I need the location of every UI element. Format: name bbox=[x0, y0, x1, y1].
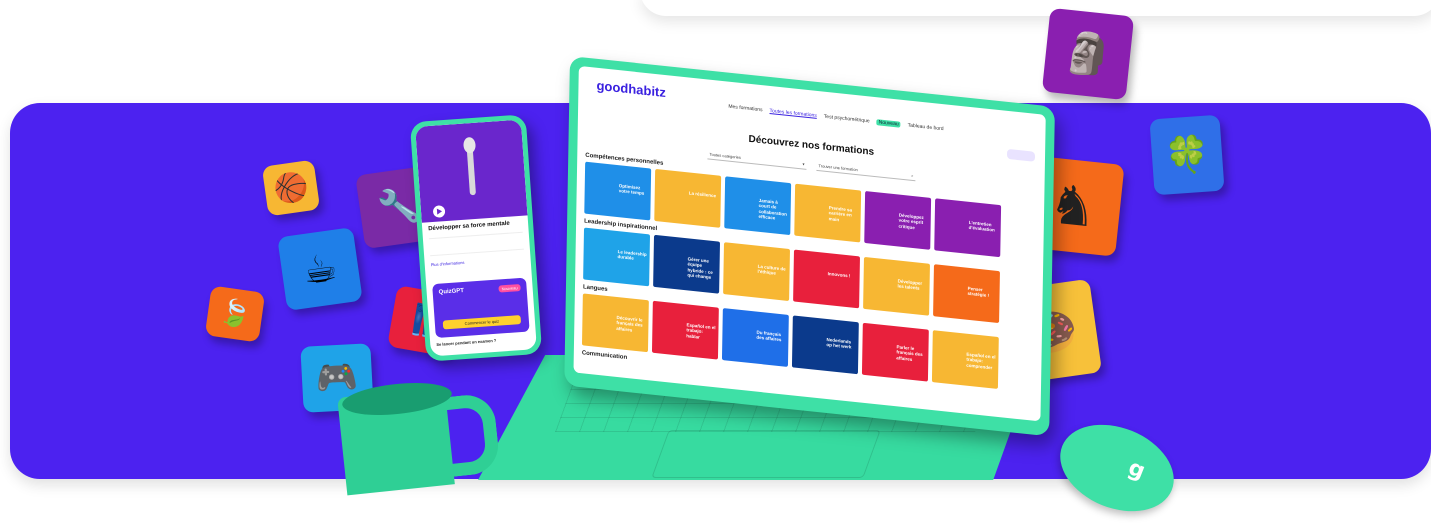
nav-toutes-formations[interactable]: Toutes les formations bbox=[770, 108, 817, 119]
course-card[interactable]: Du français des affaires bbox=[721, 308, 789, 367]
chevron-down-icon: ▾ bbox=[802, 161, 805, 167]
phone-screen: Développer sa force mentale Plus d'infor… bbox=[415, 119, 537, 357]
play-icon[interactable] bbox=[432, 205, 446, 218]
top-card-edge bbox=[640, 0, 1431, 16]
course-card-title: Español en el trabajo: hablar bbox=[686, 322, 716, 340]
phone-device: Développer sa force mentale Plus d'infor… bbox=[409, 114, 543, 362]
leaf-icon: 🍃 bbox=[216, 296, 254, 332]
course-card-title: Découvrir le français des affaires bbox=[616, 314, 643, 333]
course-card-title: Optimisez votre temps bbox=[618, 183, 645, 197]
clover-icon: 🍀 bbox=[1163, 133, 1211, 178]
laptop-screen-frame: goodhabitz Mes formations Toutes les for… bbox=[564, 56, 1055, 437]
course-card-title: L'entretien d'évaluation bbox=[968, 219, 995, 233]
nav-tableau[interactable]: Tableau de bord bbox=[908, 122, 944, 132]
course-card[interactable]: Español en el trabajo: comprender bbox=[931, 330, 999, 389]
coffee-tile: ☕ bbox=[277, 227, 363, 311]
course-card-title: Nederlands op het werk bbox=[826, 336, 852, 350]
course-card-title: Développez votre esprit critique bbox=[898, 212, 924, 230]
course-card-title: Innovons ! bbox=[827, 271, 851, 279]
course-card[interactable]: Nederlands op het werk bbox=[791, 315, 859, 375]
trackpad bbox=[651, 430, 881, 478]
course-card-title: Prendre sa carrière en main bbox=[828, 205, 853, 223]
section-title: Communication bbox=[581, 350, 628, 362]
laptop-screen: goodhabitz Mes formations Toutes les for… bbox=[573, 65, 1046, 422]
brand-logo[interactable]: goodhabitz bbox=[596, 78, 666, 100]
course-card[interactable]: Jamais à court de collaboration efficace bbox=[724, 176, 792, 236]
search-placeholder: Trouver une formation bbox=[818, 163, 858, 173]
clover-tile: 🍀 bbox=[1149, 114, 1225, 196]
course-card-title: Développer les talents bbox=[897, 278, 923, 292]
course-card-title: La culture de l'éthique bbox=[757, 263, 786, 277]
quiz-badge: Nouveau bbox=[498, 284, 521, 293]
course-card-title: Jamais à court de collaboration efficace bbox=[758, 197, 787, 221]
quiz-title: QuizGPT bbox=[438, 287, 465, 296]
search-input[interactable]: Trouver une formation ⌕ bbox=[816, 160, 916, 182]
course-card-title: Gérer une équipe hybride : ce qui change bbox=[687, 256, 713, 281]
course-card[interactable]: Parler le français des affaires bbox=[861, 322, 929, 382]
phone-footer-text: Se lancer pendant un examen ? bbox=[436, 337, 497, 348]
course-card[interactable]: Le leadership durable bbox=[583, 227, 651, 287]
nav-test[interactable]: Test psychométrique bbox=[824, 114, 870, 125]
chess-knight-icon: ♞ bbox=[1045, 172, 1101, 240]
course-description bbox=[428, 231, 524, 257]
start-quiz-button[interactable]: Commencer le quiz bbox=[442, 315, 522, 330]
mouse-logo-icon: g bbox=[1124, 455, 1149, 485]
search-icon: ⌕ bbox=[911, 172, 914, 179]
course-card-title: Le leadership durable bbox=[617, 249, 647, 262]
course-card[interactable]: Penser stratégie ! bbox=[933, 264, 1000, 324]
nav-mes-formations[interactable]: Mes formations bbox=[728, 104, 762, 114]
avatar[interactable] bbox=[1006, 148, 1036, 162]
course-card[interactable]: Développer les talents bbox=[863, 256, 930, 316]
course-card[interactable]: Español en el trabajo: hablar bbox=[651, 300, 719, 360]
course-card[interactable]: Découvrir le français des affaires bbox=[581, 293, 649, 353]
buddha-icon: 🗿 bbox=[1060, 29, 1116, 80]
leaf-tile: 🍃 bbox=[204, 285, 266, 343]
quiz-card: QuizGPT Nouveau Commencer le quiz bbox=[432, 277, 530, 339]
course-card-title: Parler le français des affaires bbox=[896, 344, 923, 362]
course-card-title: La résilience bbox=[688, 190, 717, 199]
category-select-value: Toutes catégories bbox=[709, 151, 741, 160]
course-card[interactable]: L'entretien d'évaluation bbox=[934, 198, 1002, 258]
phone-course-title: Développer sa force mentale bbox=[428, 220, 510, 233]
spoon-image bbox=[466, 145, 476, 196]
more-info-link[interactable]: Plus d'informations bbox=[431, 260, 465, 267]
course-card[interactable]: Optimisez votre temps bbox=[584, 161, 652, 221]
course-card-title: Du français des affaires bbox=[756, 329, 782, 343]
course-card[interactable]: Gérer une équipe hybride : ce qui change bbox=[653, 234, 721, 294]
coffee-icon: ☕ bbox=[300, 244, 340, 294]
basketball-icon: 🏀 bbox=[271, 169, 311, 207]
course-card-title: Penser stratégie ! bbox=[967, 285, 990, 299]
section-title: Langues bbox=[582, 284, 608, 293]
course-video[interactable] bbox=[415, 119, 528, 223]
course-card-title: Español en el trabajo: comprender bbox=[966, 351, 996, 371]
course-card[interactable]: Prendre sa carrière en main bbox=[794, 183, 862, 243]
basketball-tile: 🏀 bbox=[261, 159, 321, 217]
course-card[interactable]: La culture de l'éthique bbox=[723, 242, 790, 302]
course-card[interactable]: Développez votre esprit critique bbox=[864, 190, 932, 250]
buddha-tile: 🗿 bbox=[1041, 7, 1135, 101]
category-select[interactable]: Toutes catégories ▾ bbox=[707, 149, 807, 170]
gamepad-icon: 🎮 bbox=[314, 356, 360, 400]
course-card[interactable]: Innovons ! bbox=[793, 249, 860, 309]
top-nav: Mes formations Toutes les formations Tes… bbox=[728, 104, 943, 133]
new-badge: Nouveau bbox=[876, 119, 901, 128]
course-card[interactable]: La résilience bbox=[654, 168, 722, 228]
